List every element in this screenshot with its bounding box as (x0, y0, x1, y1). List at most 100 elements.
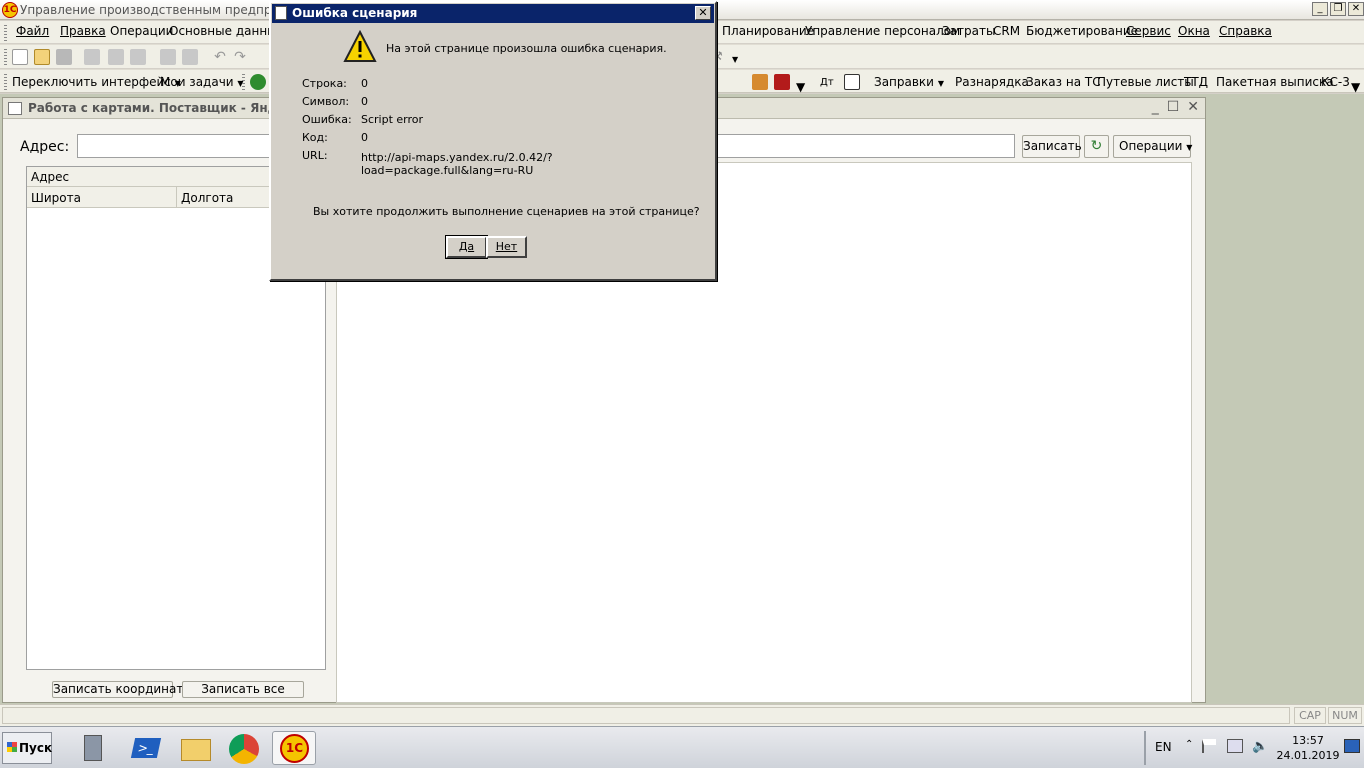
dialog-question: Вы хотите продолжить выполнение сценарие… (313, 205, 700, 218)
yes-button[interactable]: Да (445, 235, 488, 259)
folder-icon (181, 739, 211, 761)
menu-windows[interactable]: Окна (1178, 24, 1210, 38)
line-label: Строка: (302, 77, 347, 90)
taskbar-chrome[interactable] (222, 731, 266, 765)
save-button[interactable]: Записать (1022, 135, 1082, 158)
close-icon[interactable]: ✕ (1348, 2, 1364, 16)
open-folder-icon[interactable] (34, 49, 50, 65)
char-label: Символ: (302, 95, 350, 108)
close-icon[interactable]: ✕ (695, 6, 711, 20)
print-preview-icon[interactable] (182, 49, 198, 65)
url-label: URL: (302, 149, 328, 162)
vehicle-order-button[interactable]: Заказ на ТС (1026, 75, 1101, 89)
grip-icon[interactable] (4, 25, 7, 41)
tray-expand-icon[interactable]: ⌃ (1185, 739, 1193, 750)
taskbar-server-manager[interactable] (74, 731, 118, 765)
volume-muted-icon[interactable]: 🔈 (1252, 739, 1268, 754)
taskbar-powershell[interactable]: >_ (124, 731, 168, 765)
script-error-dialog: Ошибка сценария ✕ На этой странице произ… (269, 1, 717, 281)
debit-button[interactable]: Дт (820, 77, 834, 88)
windows-flag-icon (7, 742, 17, 752)
column-divider[interactable] (176, 187, 177, 208)
menu-service[interactable]: Сервис (1126, 24, 1171, 38)
menu-edit[interactable]: Правка (60, 24, 106, 38)
chrome-icon (229, 734, 259, 764)
clock-time: 13:57 (1292, 734, 1324, 747)
refuel-button[interactable]: Заправки ▼ (874, 75, 944, 89)
taskbar-explorer[interactable] (174, 731, 218, 765)
fuel-pump-icon[interactable] (844, 74, 860, 90)
redo-icon[interactable]: ↷ (232, 49, 248, 65)
maximize-icon[interactable]: ☐ (1167, 99, 1180, 115)
restore-icon[interactable]: ❐ (1330, 2, 1346, 16)
line-value: 0 (361, 77, 368, 90)
menu-planning[interactable]: Планирование (722, 24, 814, 38)
dialog-title: Ошибка сценария (292, 6, 418, 20)
chevron-down-icon[interactable]: ▼ (1351, 80, 1360, 94)
house-icon[interactable] (752, 74, 768, 90)
clock-date: 24.01.2019 (1276, 749, 1340, 762)
1c-logo-icon: 1С (280, 734, 309, 763)
column-header-longitude[interactable]: Долгота (181, 191, 233, 205)
start-button[interactable]: Пуск (2, 732, 52, 764)
grip-icon[interactable] (242, 74, 245, 90)
child-window-controls: _ ☐ ✕ (1152, 99, 1199, 115)
menu-operations[interactable]: Операции (110, 24, 173, 38)
my-tasks-button[interactable]: Мои задачи ▼ (160, 75, 244, 89)
window-controls: _ ❐ ✕ (1312, 2, 1364, 16)
cut-icon[interactable] (84, 49, 100, 65)
print-icon[interactable] (160, 49, 176, 65)
show-desktop-icon[interactable] (1344, 739, 1360, 753)
operations-button[interactable]: Операции ▼ (1113, 135, 1193, 158)
save-disk-icon[interactable] (56, 49, 72, 65)
ks3-button[interactable]: КС-3 (1321, 75, 1350, 89)
chevron-down-icon: ▼ (1186, 143, 1193, 152)
menu-file[interactable]: Файл (16, 24, 49, 38)
char-value: 0 (361, 95, 368, 108)
flag-icon[interactable] (1202, 739, 1216, 753)
menu-main-data[interactable]: Основные данные (169, 24, 284, 38)
grip-icon[interactable] (4, 49, 7, 65)
switch-interface-button[interactable]: Переключить интерфейс ▼ (12, 75, 181, 89)
copy-icon[interactable] (108, 49, 124, 65)
menu-budgeting[interactable]: Бюджетирование (1026, 24, 1138, 38)
language-indicator[interactable]: EN (1155, 740, 1172, 754)
grip-icon[interactable] (4, 74, 7, 90)
taskbar-divider (1144, 731, 1146, 765)
save-all-button[interactable]: Записать все (182, 681, 304, 698)
paste-icon[interactable] (130, 49, 146, 65)
batch-statement-button[interactable]: Пакетная выписка (1216, 75, 1334, 89)
dispatch-button[interactable]: Разнарядка (955, 75, 1029, 89)
powershell-icon: >_ (130, 738, 162, 758)
warning-icon (343, 30, 377, 62)
menu-costs[interactable]: Затраты (942, 24, 995, 38)
maps-window-title: Работа с картами. Поставщик - Яндекс (28, 101, 301, 115)
error-label: Ошибка: (302, 113, 352, 126)
save-coordinates-button[interactable]: Записать координаты (52, 681, 193, 698)
no-button[interactable]: Нет (486, 236, 527, 258)
server-icon (84, 735, 102, 761)
app-logo-icon: 1С (2, 2, 18, 18)
truck-icon[interactable] (250, 74, 266, 90)
numlock-indicator: NUM (1328, 707, 1362, 724)
minimize-icon[interactable]: _ (1312, 2, 1328, 16)
taskbar-1c[interactable]: 1С (272, 731, 316, 765)
clock[interactable]: 13:57 24.01.2019 (1276, 733, 1340, 763)
undo-icon[interactable]: ↶ (212, 49, 228, 65)
refresh-icon[interactable]: ↻ (1084, 135, 1109, 158)
bank-icon[interactable] (774, 74, 790, 90)
menu-personnel[interactable]: Управление персоналом (805, 24, 960, 38)
new-document-icon[interactable] (12, 49, 28, 65)
waybills-button[interactable]: Путевые листы (1097, 75, 1194, 89)
ttd-button[interactable]: ТТД (1184, 75, 1208, 89)
chevron-down-icon[interactable]: ▼ (796, 80, 805, 94)
document-icon (275, 6, 287, 20)
close-icon[interactable]: ✕ (1187, 99, 1199, 115)
network-icon[interactable] (1227, 739, 1243, 753)
error-value: Script error (361, 113, 424, 126)
minimize-icon[interactable]: _ (1152, 99, 1159, 115)
status-message (2, 707, 1290, 724)
menu-help[interactable]: Справка (1219, 24, 1272, 38)
column-header-latitude[interactable]: Широта (31, 191, 81, 205)
menu-crm[interactable]: CRM (993, 24, 1020, 38)
